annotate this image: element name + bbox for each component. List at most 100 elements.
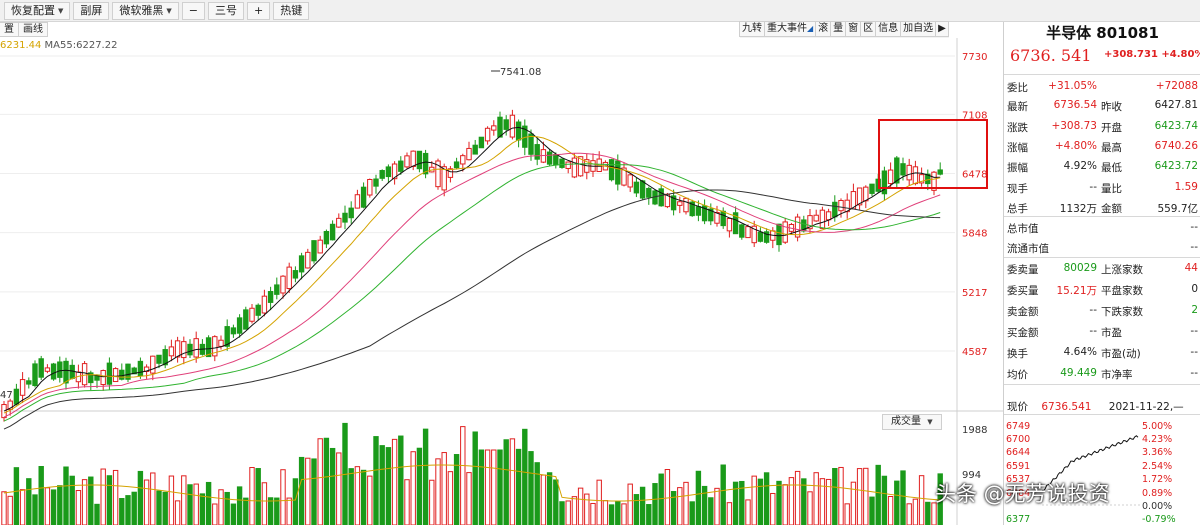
chart-button-0[interactable]: 九转 — [739, 21, 765, 37]
candle-body — [825, 211, 832, 221]
kline-chart[interactable]: 77307108647858485217458719889947541.0847 — [0, 38, 1003, 525]
quote-k1: 振幅 — [1007, 162, 1028, 174]
chart-button-7[interactable]: 加自选 — [900, 21, 937, 37]
chart-button-5[interactable]: 区 — [860, 21, 877, 37]
candle-body — [106, 362, 113, 385]
chart-button-label: 信息 — [878, 23, 899, 34]
candle-body — [261, 295, 268, 314]
volume-bar — [596, 479, 602, 525]
quote-v1: 4.64% — [1063, 346, 1097, 358]
volume-bar — [633, 494, 640, 525]
candle-body — [274, 284, 280, 295]
chart-button-8[interactable]: ▶ — [935, 21, 949, 37]
volume-bar — [193, 483, 199, 525]
quote-v1: -- — [1089, 304, 1097, 316]
candle-body — [286, 266, 292, 289]
volume-bar — [106, 475, 113, 525]
chart-button-2[interactable]: 滚 — [815, 21, 832, 37]
quote-v2: 6423.74 — [1154, 120, 1198, 132]
candle-body — [298, 255, 305, 273]
candle-body — [863, 186, 869, 202]
candle-body — [404, 155, 410, 168]
chart-button-6[interactable]: 信息 — [875, 21, 902, 37]
chart-button-4[interactable]: 窗 — [845, 21, 862, 37]
mini-left-tick: 6591 — [1006, 461, 1030, 472]
chart-function-buttons: 九转 重大事件◢ 滚量窗区信息 加自选 ▶ — [739, 21, 949, 38]
mini-right-tick: 0.00% — [1142, 501, 1172, 512]
candle-body — [460, 155, 466, 165]
candle-body — [633, 181, 640, 194]
quote-row: 换手 4.64% 市盈(动) -- — [1004, 342, 1200, 362]
candle-body — [627, 174, 633, 188]
quote-v2: +72088 — [1155, 80, 1198, 92]
restore-config-button[interactable]: 恢复配置 ▼ — [4, 1, 71, 20]
volume-bar — [367, 475, 373, 525]
candle-body — [311, 240, 317, 262]
ma20-line — [3, 152, 941, 418]
ma30-line — [3, 163, 941, 422]
candle-body — [19, 379, 26, 396]
quote-v1: +31.05% — [1048, 80, 1097, 92]
volume-bar — [224, 491, 230, 525]
volume-bar — [435, 458, 441, 525]
quote-k1: 总市值 — [1007, 223, 1039, 235]
quote-v2: -- — [1190, 346, 1198, 358]
candle-body — [608, 159, 615, 181]
volume-bar — [57, 485, 63, 525]
font-increase-button[interactable]: + — [247, 1, 271, 20]
candle-body — [757, 231, 764, 242]
candle-body — [695, 206, 702, 216]
font-select[interactable]: 微软雅黑 ▼ — [112, 1, 179, 20]
volume-bar — [168, 475, 175, 525]
volume-bar — [38, 466, 44, 525]
candle-body — [137, 360, 144, 377]
quote-v2: 559.7亿 — [1157, 203, 1198, 215]
volume-bar — [249, 467, 255, 525]
volume-bar — [274, 497, 280, 525]
quote-k2: 金额 — [1101, 203, 1122, 215]
hotkey-button[interactable]: 热键 — [273, 1, 310, 20]
volume-bar — [329, 447, 336, 525]
volume-bar — [794, 470, 801, 525]
price-tick-label: 7730 — [962, 52, 987, 63]
font-decrease-button[interactable]: − — [181, 1, 205, 20]
volume-bar — [534, 462, 540, 525]
candle-body — [230, 327, 237, 335]
chart-button-label: 加自选 — [903, 23, 934, 34]
intraday-mini-chart[interactable]: 67496700664465916537648463775.00%4.23%3.… — [1004, 417, 1200, 525]
ma55-value: 6227.22 — [76, 40, 118, 51]
quote-v2: -- — [1190, 325, 1198, 337]
quote-row: 涨幅 +4.80% 最高 6740.26 — [1004, 136, 1200, 156]
chart-button-1[interactable]: 重大事件◢ — [764, 21, 817, 37]
low-price-label: 47 — [0, 390, 13, 401]
chart-button-3[interactable]: 量 — [830, 21, 847, 37]
mini-left-tick: 6700 — [1006, 434, 1030, 445]
volume-bar — [571, 496, 578, 525]
candle-body — [398, 160, 404, 172]
font-select-label: 微软雅黑 — [119, 3, 164, 17]
quote-k1: 总手 — [1007, 203, 1028, 215]
chart-button-label: 重大事件 — [767, 23, 807, 34]
volume-bar — [856, 468, 863, 525]
volume-indicator-selector[interactable]: 成交量 ▼ — [882, 414, 942, 430]
volume-bar — [503, 439, 509, 525]
candle-body — [44, 367, 51, 372]
font-size-select[interactable]: 三号 — [208, 1, 244, 20]
volume-bar — [466, 472, 472, 525]
volume-bar — [925, 501, 931, 525]
subbar-button-1[interactable]: 画线 — [18, 22, 48, 37]
subbar-button-0[interactable]: 置 — [0, 22, 19, 37]
candle-body — [639, 180, 646, 199]
volume-bar — [360, 469, 367, 525]
volume-bar — [912, 498, 919, 525]
volume-bar — [354, 466, 361, 525]
chart-button-label: 区 — [863, 23, 874, 34]
quote-row: 委比 +31.05% +72088 — [1004, 76, 1200, 96]
volume-bar — [75, 490, 82, 525]
volume-bar — [243, 497, 249, 525]
second-screen-button[interactable]: 副屏 — [73, 1, 110, 20]
candle-body — [385, 166, 392, 178]
candle-body — [683, 197, 689, 213]
quote-v2: 2 — [1191, 304, 1198, 316]
price-change: +308.731 +4.80% — [1104, 49, 1200, 60]
